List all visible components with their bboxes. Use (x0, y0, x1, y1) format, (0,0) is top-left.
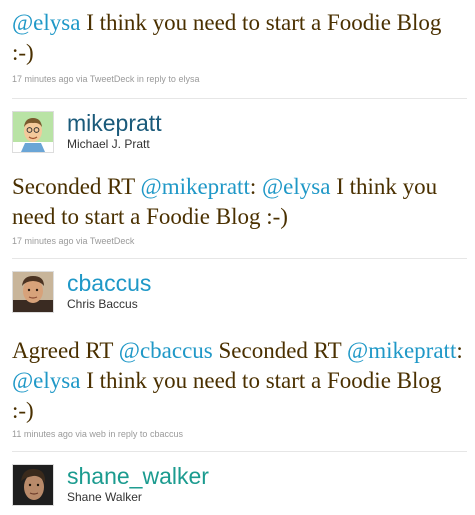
tweet-text: Seconded RT @mikepratt: @elysa I think y… (12, 172, 462, 232)
tweet-meta: 17 minutes ago via TweetDeck in reply to… (12, 74, 199, 84)
reply-link[interactable]: elysa (178, 74, 199, 84)
screen-name-link[interactable]: shane_walker (67, 462, 209, 490)
mention-link[interactable]: @cbaccus (119, 338, 213, 363)
meta-text: via (73, 236, 90, 246)
meta-text: via (72, 429, 90, 439)
mention-link[interactable]: @elysa (262, 174, 330, 199)
avatar[interactable] (12, 271, 54, 313)
tweet-meta: 17 minutes ago via TweetDeck (12, 236, 134, 246)
full-name: Michael J. Pratt (67, 137, 150, 151)
cartoon-avatar-icon (13, 112, 53, 152)
user-header: cbaccus Chris Baccus (12, 269, 452, 317)
source-link[interactable]: web (89, 429, 106, 439)
divider (12, 258, 467, 259)
timestamp[interactable]: 11 minutes ago (12, 429, 73, 439)
divider (12, 451, 467, 452)
avatar[interactable] (12, 464, 54, 506)
screen-name-link[interactable]: mikepratt (67, 109, 162, 137)
full-name: Chris Baccus (67, 297, 138, 311)
timestamp[interactable]: 17 minutes ago (12, 236, 74, 246)
mention-link[interactable]: @mikepratt (347, 338, 456, 363)
tweet-body: Agreed RT (12, 338, 119, 363)
avatar[interactable] (12, 111, 54, 153)
user-header: mikepratt Michael J. Pratt (12, 109, 452, 157)
tweet-body: : (249, 174, 262, 199)
tweet-meta: 11 minutes ago via web in reply to cbacc… (12, 429, 183, 439)
tweet-text: @elysa I think you need to start a Foodi… (12, 8, 462, 68)
source-link[interactable]: TweetDeck (90, 236, 135, 246)
tweet-body: Seconded RT (212, 338, 348, 363)
reply-link[interactable]: cbaccus (150, 429, 183, 439)
photo-avatar-icon (13, 465, 53, 505)
mention-link[interactable]: @mikepratt (141, 174, 250, 199)
mention-link[interactable]: @elysa (12, 10, 80, 35)
divider (12, 98, 467, 99)
timestamp[interactable]: 17 minutes ago (12, 74, 74, 84)
meta-text: in reply to (134, 74, 179, 84)
user-header: shane_walker Shane Walker (12, 462, 452, 510)
meta-text: via (73, 74, 90, 84)
tweet-body: : (456, 338, 463, 363)
tweet-text: Agreed RT @cbaccus Seconded RT @mikeprat… (12, 336, 464, 426)
full-name: Shane Walker (67, 490, 142, 504)
meta-text: in reply to (105, 429, 150, 439)
mention-link[interactable]: @elysa (12, 368, 80, 393)
photo-avatar-icon (13, 272, 53, 312)
screen-name-link[interactable]: cbaccus (67, 269, 151, 297)
source-link[interactable]: TweetDeck (90, 74, 135, 84)
tweet-body: Seconded RT (12, 174, 141, 199)
